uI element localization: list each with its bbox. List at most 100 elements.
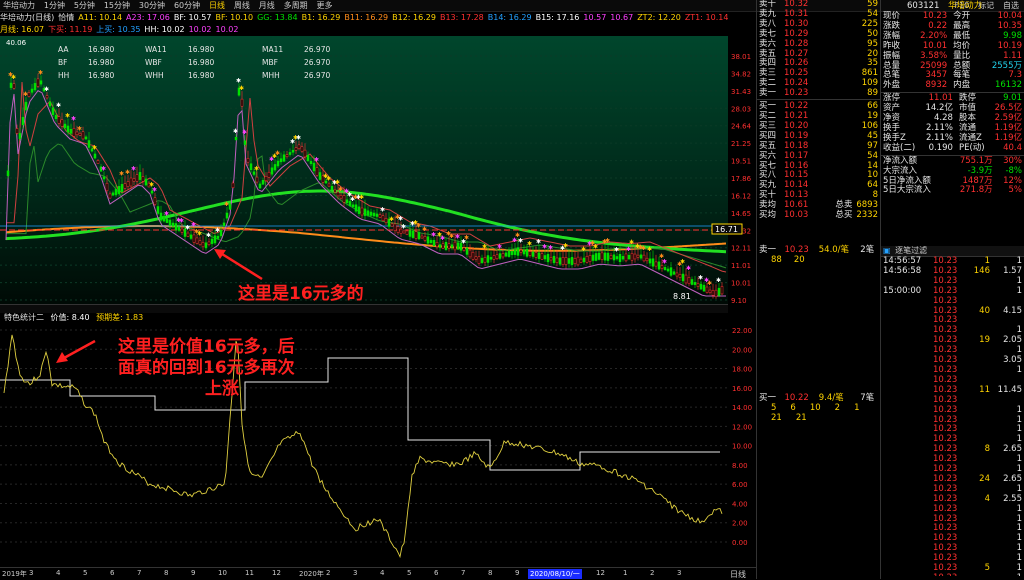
- trade-time: [881, 376, 931, 386]
- price-tick-label: 21.25: [731, 140, 751, 148]
- ind-tick-label: 10.00: [732, 443, 752, 451]
- trade-price: 10.23: [931, 573, 966, 576]
- trade-time: [881, 297, 931, 307]
- queue-order-vol: 5: [771, 403, 777, 414]
- trade-vol: 24: [979, 473, 990, 484]
- trade-time: [881, 425, 931, 435]
- ind-tick-label: 14.00: [732, 404, 752, 412]
- queue-order-vol: 1: [854, 403, 860, 414]
- price-tick-label: 12.11: [731, 245, 751, 253]
- trade-row: 10.23 1: [881, 573, 1024, 576]
- queue-order-vol: 10: [809, 403, 821, 414]
- price-tick-label: 14.65: [731, 210, 751, 218]
- trade-vol: [966, 346, 992, 356]
- ind-tick-label: 6.00: [732, 481, 748, 489]
- ind-tick-label: 20.00: [732, 346, 752, 354]
- trade-time: [881, 346, 931, 356]
- queue-spacer: [757, 266, 880, 276]
- ind-tick-label: 8.00: [732, 462, 748, 470]
- queue-order-vol: 21: [771, 413, 782, 424]
- ob-level-name: 买六: [759, 150, 777, 161]
- trade-time: [881, 534, 931, 544]
- price-tick-label: 19.51: [731, 158, 751, 166]
- stock-stats-panel: 603121 华培动力 现价 10.23 今开 10.04 涨跌 0.22 最高 10.35 涨…: [881, 0, 1024, 196]
- orderbook-sell: 卖十 10.32 59 卖九 10.31 54 卖八 10.30 225 卖七 10.29 50 卖六 1…: [757, 0, 880, 221]
- ob-price: 10.23: [784, 88, 809, 99]
- stat-value: 0.190: [928, 142, 953, 153]
- trade-time: [881, 495, 931, 505]
- trade-time: [881, 574, 931, 576]
- trade-time: [881, 564, 931, 574]
- trade-time: [881, 316, 931, 326]
- trade-time: [881, 406, 931, 416]
- ind-tick-label: 12.00: [732, 423, 752, 431]
- flow-value: 271.8万: [959, 185, 993, 196]
- trade-vol: [966, 455, 992, 465]
- stat-key: 外盘: [883, 80, 901, 91]
- trade-vol: [966, 505, 992, 515]
- queue-detail: 54.0/笔: [818, 245, 850, 255]
- trade-vol: [966, 277, 992, 287]
- queue-count: 7笔: [860, 393, 875, 404]
- stat-key: 内盘: [953, 80, 971, 91]
- annotation-arrows: [56, 249, 263, 363]
- trade-vol: [966, 356, 992, 366]
- trade-time: [881, 554, 931, 564]
- price-tick-label: 28.03: [731, 105, 751, 113]
- trade-vol: [966, 574, 992, 576]
- ind-tick-label: 18.00: [732, 366, 752, 374]
- trade-time: 14:56:58: [883, 265, 922, 276]
- trade-vol: [966, 287, 992, 297]
- trade-count: 4.15: [1003, 305, 1022, 316]
- ob-vol: 89: [867, 88, 878, 99]
- orderbook-sell-row[interactable]: 卖一 10.23 89: [757, 88, 880, 99]
- ind-tick-label: 22.00: [732, 327, 752, 335]
- queue-spacer: [757, 355, 880, 365]
- trade-time: [881, 386, 931, 396]
- orderbook-buy-row[interactable]: 买六 10.17 54: [757, 150, 880, 162]
- ind-tick-label: 0.00: [732, 539, 748, 547]
- stat-row: 外盘 8932 内盘 16132: [881, 80, 1024, 91]
- queue-spacer: [757, 375, 880, 385]
- trades-header[interactable]: 逐笔过滤: [895, 246, 927, 255]
- queue-sell-detail: 88 20: [757, 255, 880, 266]
- queue-spacer: [757, 295, 880, 305]
- stat-row: 收益(二) 0.190 PE(动) 40.4: [881, 142, 1024, 154]
- trade-vol: 5: [984, 563, 990, 574]
- flow-row: 大宗流入 -3.9万 -8%: [881, 166, 1024, 177]
- tick-trades-panel[interactable]: ▣ 逐笔过滤 14:56:57 10.23 1 1 14:56:58 10.23 146 1.…: [881, 246, 1024, 576]
- stat-value: 8932: [925, 80, 948, 91]
- trade-vol: [966, 524, 992, 534]
- ind-tick-label: 2.00: [732, 520, 748, 528]
- ind-tick-label: 4.00: [732, 500, 748, 508]
- stat-key: PE(动): [958, 142, 985, 153]
- trade-row: 10.23 1: [881, 404, 1024, 416]
- trade-time: [881, 485, 931, 495]
- trade-vol: 8: [984, 444, 990, 455]
- price-tick-label: 9.10: [731, 297, 747, 304]
- trade-time: [881, 336, 931, 346]
- trade-vol: [966, 544, 992, 554]
- trade-time: [881, 455, 931, 465]
- trade-vol: 4: [984, 493, 990, 504]
- period-label[interactable]: 日线: [730, 569, 746, 580]
- trade-vol: 19: [979, 335, 990, 346]
- trade-time: [881, 544, 931, 554]
- flow-row: 5日大宗流入 271.8万 5%: [881, 186, 1024, 196]
- price-tick-label: 10.01: [731, 280, 751, 288]
- trade-time: [881, 416, 931, 426]
- ob-summary-price: 10.03: [784, 210, 809, 221]
- ob-price: 10.17: [784, 150, 809, 161]
- stat-value: 16132: [994, 80, 1022, 91]
- ob-summary-row: 买均 10.03 总买 2332: [757, 210, 880, 221]
- trade-vol: [966, 396, 992, 406]
- trade-count: 1: [1016, 404, 1022, 415]
- trade-time: [881, 366, 931, 376]
- trade-count: 1: [992, 573, 1024, 576]
- arrow-1-line: [221, 252, 263, 281]
- trade-time: [881, 524, 931, 534]
- stock-name[interactable]: 华培动力: [948, 1, 982, 11]
- queue-buy-detail2: 21 21: [757, 413, 880, 424]
- queue-order-vol: 2: [834, 403, 841, 414]
- trades-filter-icon[interactable]: ▣: [883, 246, 891, 255]
